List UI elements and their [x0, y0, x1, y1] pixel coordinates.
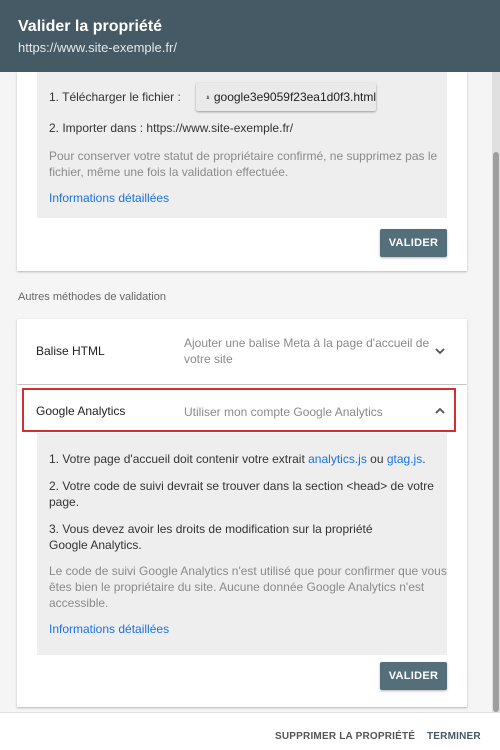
- verify-button-html-file[interactable]: VALIDER: [380, 229, 447, 257]
- method-html-tag-desc-line2: votre site: [184, 352, 233, 366]
- ga-step1-or: ou: [370, 452, 384, 466]
- ga-step1: 1. Votre page d'accueil doit contenir vo…: [49, 451, 426, 467]
- verify-button-ga[interactable]: VALIDER: [380, 662, 447, 690]
- method-html-tag-desc: Ajouter une balise Meta à la page d'accu…: [184, 335, 429, 367]
- remove-property-button[interactable]: SUPPRIMER LA PROPRIÉTÉ: [275, 731, 415, 742]
- ga-details-link[interactable]: Informations détaillées: [49, 621, 169, 637]
- download-file-button[interactable]: google3e9059f23ea1d0f3.html: [196, 83, 376, 111]
- ga-note-line2: êtes bien le propriétaire du site. Aucun…: [49, 580, 425, 594]
- done-button[interactable]: TERMINER: [427, 731, 481, 742]
- other-methods-label: Autres méthodes de validation: [18, 291, 166, 303]
- method-google-analytics: Google Analytics Utiliser mon compte Goo…: [17, 385, 467, 707]
- download-icon: [206, 95, 210, 99]
- method-html-tag[interactable]: Balise HTML Ajouter une balise Meta à la…: [17, 319, 467, 384]
- html-file-method-card: 1. Télécharger le fichier : google3e9059…: [17, 72, 467, 271]
- step2-url: https://www.site-exemple.fr/: [146, 121, 294, 135]
- ga-step1-prefix: 1. Votre page d'accueil doit contenir vo…: [49, 452, 305, 466]
- ga-step2-line2: page.: [49, 495, 80, 509]
- ga-step3-line1: 3. Vous devez avoir les droits de modifi…: [49, 522, 373, 536]
- scrollbar-thumb[interactable]: [493, 152, 499, 712]
- step2-prefix: 2. Importer dans :: [49, 121, 144, 135]
- dialog-url: https://www.site-exemple.fr/: [18, 40, 177, 55]
- ga-step1-end: .: [422, 452, 426, 466]
- ga-step3-line2: Google Analytics.: [49, 538, 142, 552]
- dialog-footer: SUPPRIMER LA PROPRIÉTÉ TERMINER: [0, 712, 500, 750]
- ga-note-line1: Le code de suivi Google Analytics n'est …: [49, 564, 447, 578]
- chevron-down-icon[interactable]: [433, 344, 447, 358]
- ga-instructions: 1. Votre page d'accueil doit contenir vo…: [37, 433, 447, 655]
- method-html-tag-name: Balise HTML: [36, 344, 105, 358]
- step2-text: 2. Importer dans : https://www.site-exem…: [49, 120, 293, 136]
- html-file-instructions: 1. Télécharger le fichier : google3e9059…: [37, 72, 447, 218]
- method-html-tag-desc-line1: Ajouter une balise Meta à la page d'accu…: [184, 336, 430, 350]
- analytics-js-link[interactable]: analytics.js: [308, 452, 367, 466]
- step1-label: 1. Télécharger le fichier :: [49, 90, 181, 104]
- details-link[interactable]: Informations détaillées: [49, 190, 169, 206]
- ga-step2-line1: 2. Votre code de suivi devrait se trouve…: [49, 479, 434, 493]
- dialog-header: Valider la propriété https://www.site-ex…: [0, 0, 500, 72]
- highlight-box: [22, 388, 456, 432]
- note-line-2: fichier, même une fois la validation eff…: [49, 165, 289, 179]
- dialog-title: Valider la propriété: [18, 18, 163, 35]
- note-line-1: Pour conserver votre statut de propriéta…: [49, 149, 438, 163]
- ga-note-line3: accessible.: [49, 596, 109, 610]
- gtag-js-link[interactable]: gtag.js: [387, 452, 422, 466]
- download-filename: google3e9059f23ea1d0f3.html: [213, 90, 376, 104]
